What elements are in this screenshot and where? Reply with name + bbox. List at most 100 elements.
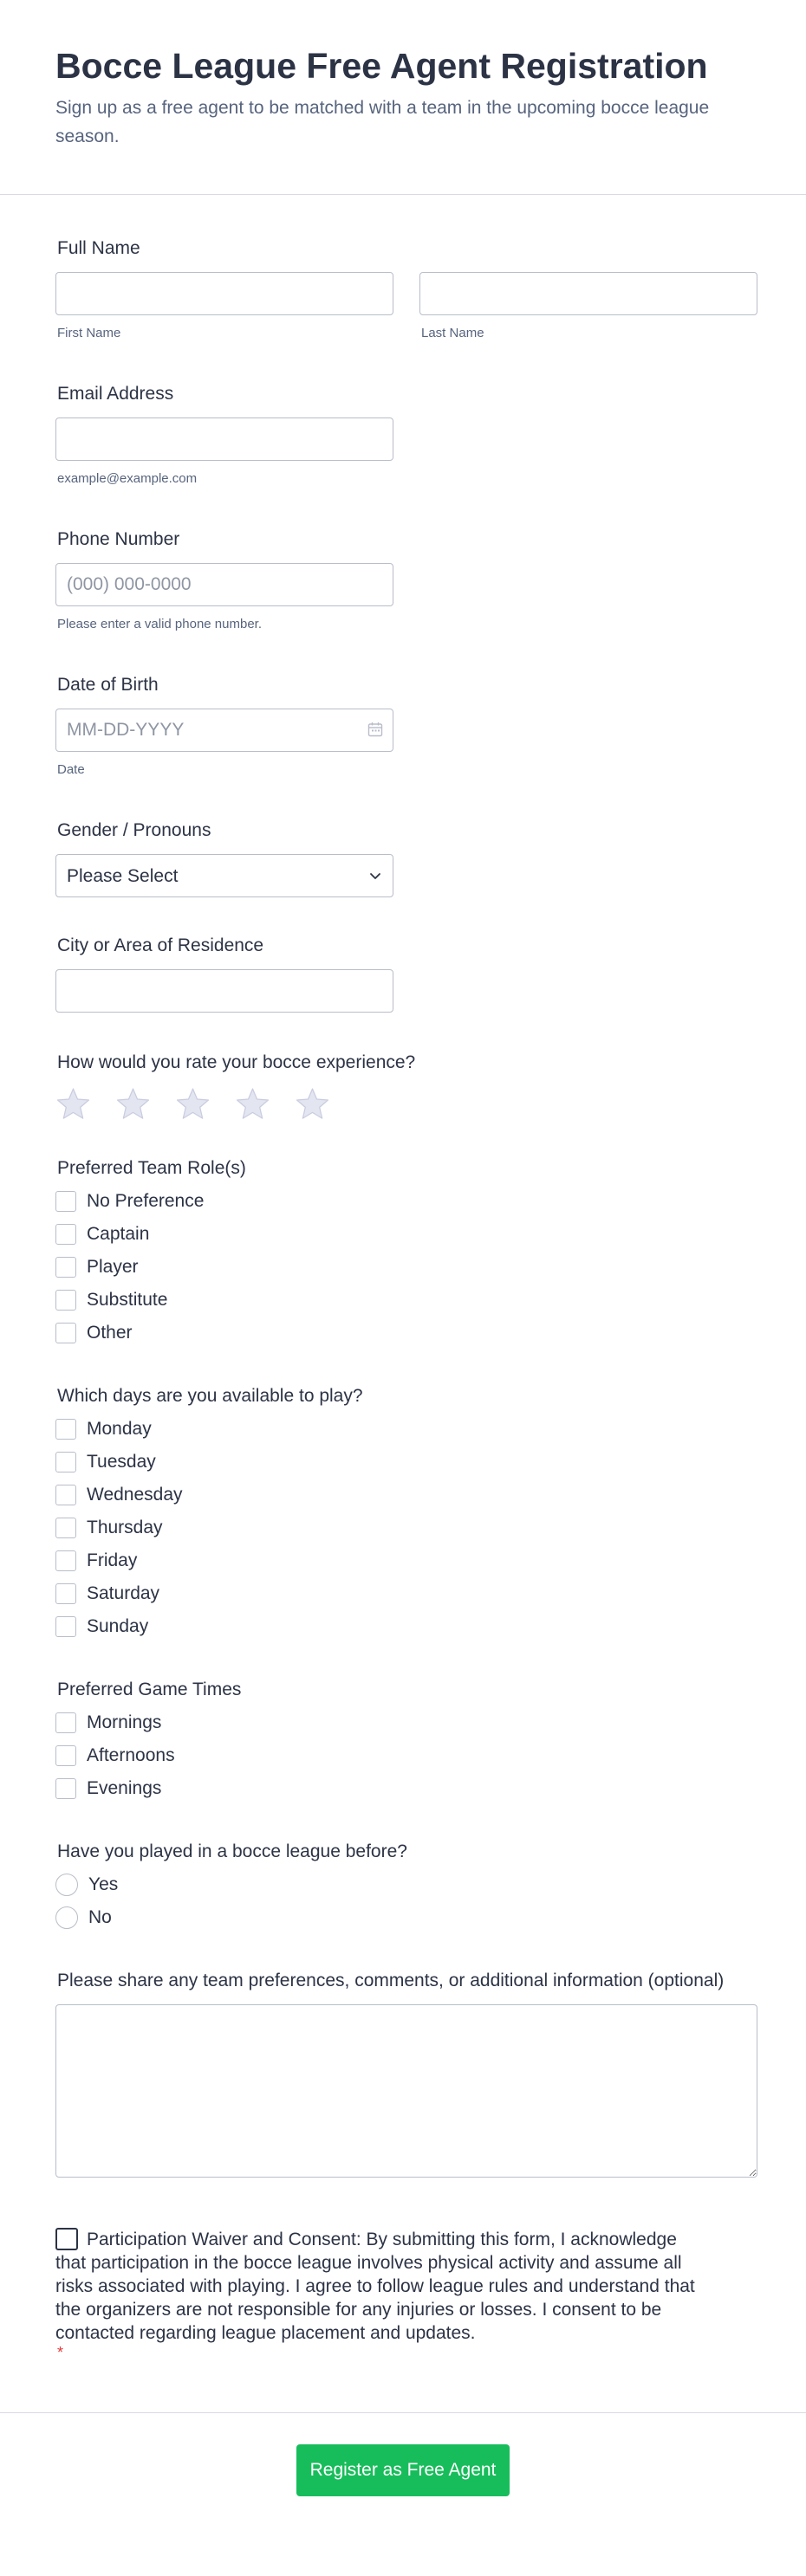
option-label: Afternoons <box>87 1745 175 1765</box>
option-label: Other <box>87 1323 133 1343</box>
times-options: Mornings Afternoons Evenings <box>55 1706 759 1805</box>
register-button[interactable]: Register as Free Agent <box>296 2444 510 2496</box>
team-roles-option[interactable]: Captain <box>55 1218 759 1251</box>
phone-field: Phone Number Please enter a valid phone … <box>55 527 759 631</box>
option-label: Sunday <box>87 1616 149 1636</box>
option-label: Thursday <box>87 1518 163 1537</box>
dob-label: Date of Birth <box>57 675 159 695</box>
rating-field: How would you rate your bocce experience… <box>55 1051 759 1122</box>
team-roles-option[interactable]: Player <box>55 1251 759 1284</box>
radio-button[interactable] <box>55 1906 78 1929</box>
phone-label: Phone Number <box>57 529 180 549</box>
team-roles-field: Preferred Team Role(s) No Preference Capt… <box>55 1156 759 1349</box>
city-label: City or Area of Residence <box>57 935 264 955</box>
first-name-sublabel: First Name <box>57 326 121 340</box>
star-rating <box>55 1086 759 1122</box>
team-roles-option[interactable]: Other <box>55 1317 759 1349</box>
days-option[interactable]: Saturday <box>55 1577 759 1610</box>
option-label: Substitute <box>87 1290 168 1310</box>
team-roles-option[interactable]: No Preference <box>55 1185 759 1218</box>
played-before-option[interactable]: No <box>55 1901 759 1934</box>
checkbox[interactable] <box>55 1485 76 1505</box>
days-option[interactable]: Wednesday <box>55 1479 759 1511</box>
times-option[interactable]: Evenings <box>55 1772 759 1805</box>
waiver-checkbox[interactable] <box>55 2228 78 2250</box>
first-name-input[interactable] <box>55 272 393 315</box>
days-option[interactable]: Thursday <box>55 1511 759 1544</box>
times-option[interactable]: Mornings <box>55 1706 759 1739</box>
form-title: Bocce League Free Agent Registration <box>55 46 708 86</box>
option-label: Player <box>87 1257 139 1277</box>
city-field: City or Area of Residence <box>55 934 759 1013</box>
days-option[interactable]: Monday <box>55 1413 759 1446</box>
star-icon[interactable] <box>235 1086 270 1122</box>
form-subtitle: Sign up as a free agent to be matched wi… <box>55 98 710 146</box>
dob-sublabel: Date <box>57 762 85 777</box>
email-field: Email Address example@example.com <box>55 382 759 486</box>
checkbox[interactable] <box>55 1452 76 1472</box>
times-field: Preferred Game Times Mornings Afternoons E… <box>55 1678 759 1805</box>
gender-field: Gender / Pronouns Please Select <box>55 819 759 897</box>
checkbox[interactable] <box>55 1712 76 1733</box>
gender-select-value: Please Select <box>67 866 179 886</box>
checkbox[interactable] <box>55 1224 76 1245</box>
team-roles-options: No Preference Captain Player Substitute Othe… <box>55 1185 759 1349</box>
comments-label: Please share any team preferences, comme… <box>57 1971 725 1990</box>
comments-field: Please share any team preferences, comme… <box>55 1969 759 2178</box>
days-option[interactable]: Tuesday <box>55 1446 759 1479</box>
rating-label: How would you rate your bocce experience… <box>57 1052 416 1072</box>
form-footer: Register as Free Agent <box>0 2412 806 2542</box>
radio-button[interactable] <box>55 1874 78 1896</box>
days-label: Which days are you available to play? <box>57 1386 363 1406</box>
checkbox[interactable] <box>55 1257 76 1278</box>
days-options: Monday Tuesday Wednesday Thursday Friday Satu… <box>55 1413 759 1643</box>
checkbox[interactable] <box>55 1550 76 1571</box>
played-before-label: Have you played in a bocce league before… <box>57 1841 407 1861</box>
dob-input[interactable] <box>55 709 393 752</box>
days-field: Which days are you available to play? Mo… <box>55 1384 759 1643</box>
times-option[interactable]: Afternoons <box>55 1739 759 1772</box>
option-label: Evenings <box>87 1778 162 1798</box>
team-roles-option[interactable]: Substitute <box>55 1284 759 1317</box>
checkbox[interactable] <box>55 1419 76 1440</box>
email-sublabel: example@example.com <box>57 471 198 486</box>
times-label: Preferred Game Times <box>57 1680 242 1699</box>
option-label: Wednesday <box>87 1485 183 1505</box>
option-label: Friday <box>87 1550 138 1570</box>
last-name-sublabel: Last Name <box>421 326 484 340</box>
gender-select[interactable]: Please Select <box>55 854 393 897</box>
checkbox[interactable] <box>55 1290 76 1311</box>
option-label: Tuesday <box>87 1452 156 1472</box>
option-label: No <box>88 1907 112 1927</box>
dob-field: Date of Birth Date <box>55 673 759 777</box>
checkbox[interactable] <box>55 1745 76 1766</box>
required-marker: * <box>57 2344 64 2361</box>
days-option[interactable]: Friday <box>55 1544 759 1577</box>
calendar-icon[interactable] <box>367 722 383 737</box>
played-before-option[interactable]: Yes <box>55 1868 759 1901</box>
checkbox[interactable] <box>55 1778 76 1799</box>
city-input[interactable] <box>55 969 393 1013</box>
days-option[interactable]: Sunday <box>55 1610 759 1643</box>
checkbox[interactable] <box>55 1323 76 1343</box>
phone-input[interactable] <box>55 563 393 606</box>
star-icon[interactable] <box>295 1086 330 1122</box>
option-label: Monday <box>87 1419 152 1439</box>
email-input[interactable] <box>55 417 393 461</box>
option-label: Mornings <box>87 1712 162 1732</box>
form-header: Bocce League Free Agent Registration Sig… <box>0 0 806 195</box>
checkbox[interactable] <box>55 1583 76 1604</box>
star-icon[interactable] <box>175 1086 211 1122</box>
checkbox[interactable] <box>55 1191 76 1212</box>
star-icon[interactable] <box>55 1086 91 1122</box>
form-body: Full Name First Name Last Name Email Add… <box>0 236 806 2360</box>
team-roles-label: Preferred Team Role(s) <box>57 1158 246 1178</box>
star-icon[interactable] <box>115 1086 151 1122</box>
checkbox[interactable] <box>55 1616 76 1637</box>
phone-sublabel: Please enter a valid phone number. <box>57 617 262 631</box>
full-name-field: Full Name First Name Last Name <box>55 236 759 340</box>
last-name-input[interactable] <box>419 272 757 315</box>
checkbox[interactable] <box>55 1518 76 1538</box>
option-label: Saturday <box>87 1583 160 1603</box>
comments-textarea[interactable] <box>55 2004 757 2178</box>
